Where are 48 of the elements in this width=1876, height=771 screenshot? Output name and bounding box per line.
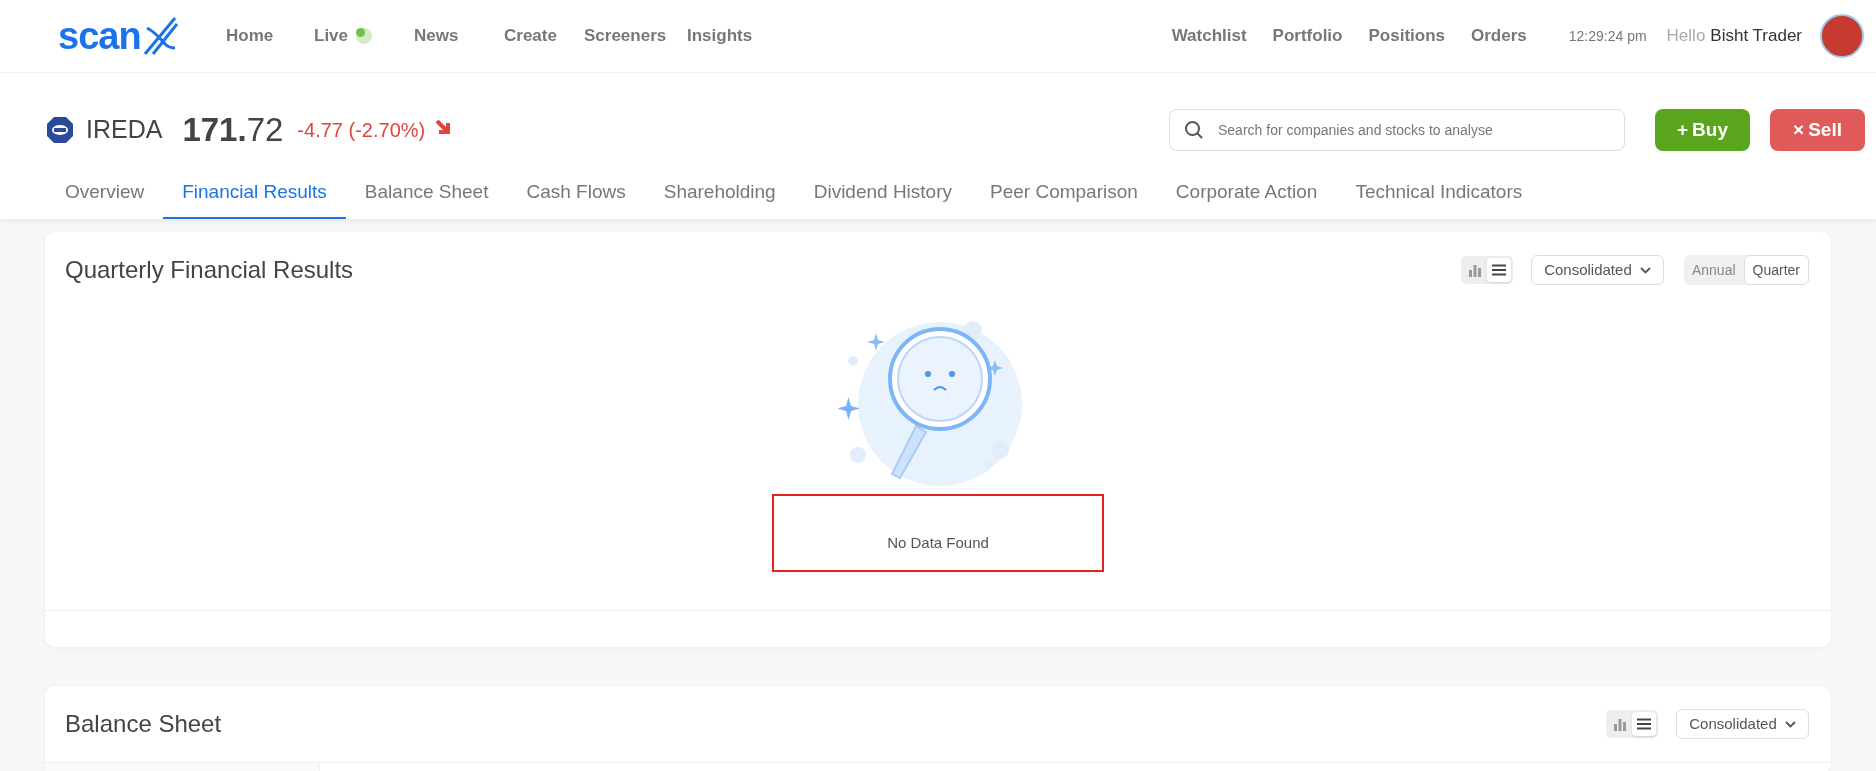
nav-link[interactable]: Insights — [687, 23, 767, 49]
nav-link[interactable]: Portfolio — [1272, 23, 1343, 49]
nav-link[interactable]: Home — [226, 23, 314, 49]
clock-time: 12:29:24 pm — [1568, 26, 1647, 46]
no-data-message: No Data Found — [772, 494, 1104, 572]
tab[interactable]: Cash Flows — [507, 177, 645, 219]
tab[interactable]: Corporate Action — [1156, 177, 1337, 219]
search-input[interactable]: Search for companies and stocks to analyse — [1218, 119, 1610, 141]
tab[interactable]: Overview — [46, 177, 164, 219]
consolidated-dropdown[interactable]: Consolidated — [1676, 709, 1809, 739]
section-title: Balance Sheet — [65, 709, 222, 739]
search-field[interactable]: Search for companies and stocks to analyse — [1169, 109, 1625, 151]
table-view-button[interactable] — [1632, 712, 1656, 736]
nav-link[interactable]: News — [414, 23, 504, 49]
logo[interactable]: scan — [58, 14, 179, 58]
nav-link[interactable]: Live — [314, 23, 414, 49]
bar-chart-icon — [1467, 263, 1482, 277]
stock-price: 171.72 — [182, 110, 284, 151]
sell-button[interactable]: × Sell — [1770, 109, 1865, 151]
bar-chart-icon — [1613, 717, 1627, 731]
tab[interactable]: Financial Results — [163, 177, 346, 219]
tab[interactable]: Peer Comparison — [971, 177, 1157, 219]
list-icon — [1637, 718, 1651, 730]
search-icon — [1184, 120, 1204, 140]
nav-link[interactable]: Screeners — [584, 23, 687, 49]
nav-link[interactable]: Orders — [1471, 23, 1527, 49]
price-change: -4.77 (-2.70%) — [297, 118, 426, 143]
table-view-button[interactable] — [1486, 258, 1511, 282]
greeting-text: Hello — [1666, 25, 1706, 48]
tab[interactable]: Technical Indicators — [1336, 177, 1542, 219]
nav-link[interactable]: Watchlist — [1171, 23, 1247, 49]
consolidated-dropdown[interactable]: Consolidated — [1530, 255, 1664, 285]
section-title: Quarterly Financial Results — [65, 255, 354, 285]
nav-link[interactable]: Create — [504, 23, 584, 49]
avatar[interactable] — [1820, 14, 1864, 58]
tab[interactable]: Shareholding — [644, 177, 795, 219]
chevron-down-icon — [1639, 266, 1651, 274]
list-icon — [1491, 264, 1506, 276]
user-name[interactable]: Bisht Trader — [1710, 23, 1802, 49]
period-tab[interactable]: Annual — [1683, 255, 1744, 285]
chevron-down-icon — [1784, 720, 1796, 728]
stock-symbol: IREDA — [86, 114, 163, 146]
company-logo-icon — [46, 116, 74, 144]
nav-link[interactable]: Positions — [1368, 23, 1445, 49]
tab[interactable]: Balance Sheet — [345, 177, 508, 219]
tab[interactable]: Dividend History — [794, 177, 971, 219]
period-tab[interactable]: Quarter — [1743, 255, 1809, 285]
buy-button[interactable]: + Buy — [1655, 109, 1750, 151]
